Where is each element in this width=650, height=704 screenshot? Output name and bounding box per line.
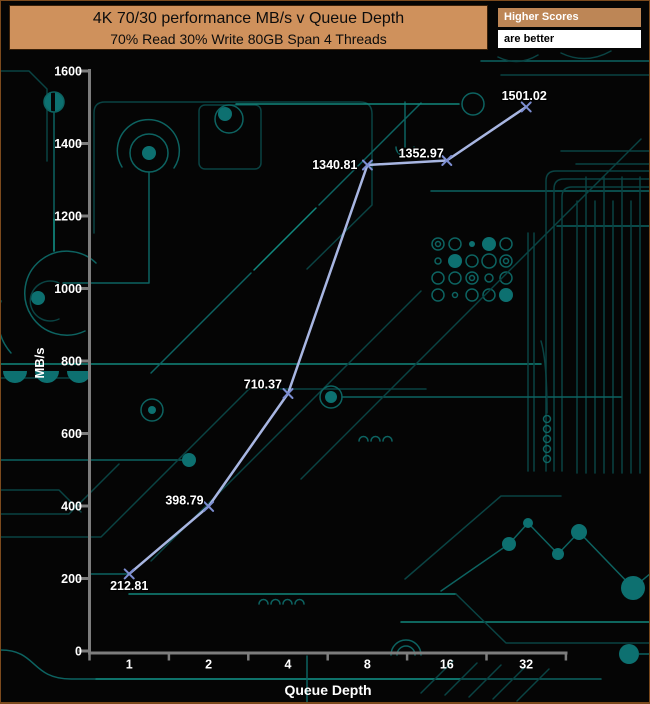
data-value-label: 212.81	[110, 579, 148, 593]
data-value-labels: 212.81 398.79 710.37 1340.81 1352.97 1501.02	[110, 89, 547, 593]
note-higher-scores: Higher Scores	[498, 8, 641, 27]
y-tick-label: 200	[61, 572, 82, 586]
y-tick-label: 1400	[54, 137, 82, 151]
x-tick-label: 2	[205, 658, 212, 672]
y-tick-label: 600	[61, 427, 82, 441]
data-point-marker	[125, 569, 134, 578]
x-tick-label: 16	[440, 658, 454, 672]
data-value-label: 1501.02	[502, 89, 547, 103]
chart-title-banner: 4K 70/30 performance MB/s v Queue Depth …	[9, 5, 488, 50]
x-tick-label: 8	[364, 658, 371, 672]
data-value-label: 1352.97	[399, 147, 444, 161]
note-are-better: are better	[498, 30, 641, 48]
score-direction-note: Higher Scores are better	[498, 8, 641, 48]
benchmark-chart-page: 0 200 400 600 800 1000 1200 1400 1600 1 2 4 8 16 32 M…	[0, 0, 650, 704]
y-tick-label: 0	[75, 645, 82, 659]
y-tick-label: 1200	[54, 210, 82, 224]
x-axis-tick-labels: 1 2 4 8 16 32	[126, 658, 533, 672]
y-tick-label: 1000	[54, 282, 82, 296]
y-tick-label: 400	[61, 500, 82, 514]
chart-subtitle: 70% Read 30% Write 80GB Span 4 Threads	[10, 30, 487, 48]
y-axis-tick-labels: 0 200 400 600 800 1000 1200 1400 1600	[54, 65, 82, 659]
y-axis-title: MB/s	[32, 347, 47, 378]
data-value-label: 1340.81	[312, 158, 357, 172]
line-chart: 0 200 400 600 800 1000 1200 1400 1600 1 2 4 8 16 32 M…	[1, 1, 650, 704]
data-value-label: 710.37	[244, 378, 282, 392]
x-tick-label: 32	[519, 658, 533, 672]
x-tick-label: 1	[126, 658, 133, 672]
x-tick-label: 4	[285, 658, 292, 672]
data-point-marker	[522, 102, 531, 111]
chart-title: 4K 70/30 performance MB/s v Queue Depth	[10, 8, 487, 30]
y-tick-label: 1600	[54, 65, 82, 79]
y-tick-label: 800	[61, 355, 82, 369]
data-value-label: 398.79	[165, 493, 203, 507]
x-axis-title: Queue Depth	[284, 682, 371, 698]
data-point-marker	[204, 502, 213, 511]
